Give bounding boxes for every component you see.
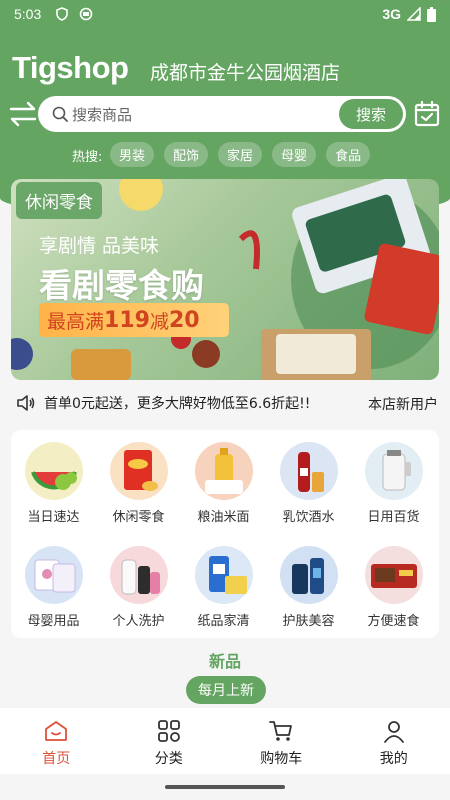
monthly-new-button[interactable]: 每月上新 — [186, 676, 266, 704]
drink-bottle-icon — [279, 442, 338, 500]
status-bar: 5:03 3G — [0, 0, 450, 28]
search-icon — [52, 106, 68, 122]
category-same-day-delivery[interactable]: 当日速达 — [11, 430, 96, 530]
shampoo-icon — [109, 546, 168, 604]
category-grain-oil[interactable]: 粮油米面 — [181, 430, 266, 530]
category-baby[interactable]: 母婴用品 — [11, 534, 96, 634]
chips-icon — [109, 442, 168, 500]
thermos-icon — [364, 442, 423, 500]
category-grid: 当日速达 休闲零食 粮油米面 乳饮酒水 日用百货 母婴用品 个人洗护 纸品家清 … — [11, 430, 439, 638]
hot-search-label: 热搜: — [72, 150, 103, 165]
calendar-check-icon[interactable] — [414, 101, 440, 127]
instant-food-icon — [364, 546, 423, 604]
promo-mid: 减 — [149, 310, 169, 333]
category-snacks[interactable]: 休闲零食 — [96, 430, 181, 530]
new-products-title: 新品 — [208, 652, 241, 671]
notice-text: 首单0元起送，更多大牌好物低至6.6折起!! — [44, 396, 311, 412]
circle-status-icon — [79, 7, 93, 21]
hot-tag[interactable]: 食品 — [326, 142, 371, 167]
store-name[interactable]: 成都市金牛公园烟酒店 — [150, 58, 340, 85]
nav-label: 分类 — [154, 751, 183, 767]
cart-icon — [269, 721, 293, 741]
banner-promo: 最高满 119 减 20 — [39, 303, 229, 337]
category-label: 护肤美容 — [282, 614, 335, 629]
promo-amount-2: 20 — [168, 307, 200, 333]
category-label: 休闲零食 — [112, 510, 165, 525]
promo-amount-1: 119 — [104, 307, 150, 333]
battery-icon — [427, 6, 436, 22]
skincare-bottle-icon — [279, 546, 338, 604]
bottom-navigation: 首页 分类 购物车 我的 — [0, 708, 450, 774]
status-time: 5:03 — [14, 6, 42, 22]
notice-bar[interactable]: 首单0元起送，更多大牌好物低至6.6折起!! 本店新用户 — [0, 380, 450, 426]
category-skincare[interactable]: 护肤美容 — [266, 534, 351, 634]
search-button[interactable]: 搜索 — [339, 99, 403, 129]
hot-tag[interactable]: 配饰 — [164, 142, 209, 167]
banner-title: 看剧零食购 — [39, 266, 204, 305]
user-icon — [383, 721, 404, 743]
hot-search-tags: 男装 配饰 家居 母婴 食品 — [110, 142, 371, 167]
category-label: 当日速达 — [27, 510, 80, 525]
category-personal-care[interactable]: 个人洗护 — [96, 534, 181, 634]
category-drinks[interactable]: 乳饮酒水 — [266, 430, 351, 530]
category-label: 母婴用品 — [27, 614, 80, 629]
search-input[interactable]: 搜索商品 搜索 — [38, 96, 406, 132]
hot-tag[interactable]: 家居 — [218, 142, 263, 167]
watermelon-icon — [24, 442, 83, 500]
category-label: 纸品家清 — [197, 614, 250, 629]
app-logo[interactable]: Tigshop — [12, 50, 129, 86]
nav-cart[interactable]: 购物车 — [225, 708, 338, 774]
network-label: 3G — [382, 6, 401, 22]
category-label: 粮油米面 — [197, 510, 250, 525]
nav-label: 购物车 — [260, 751, 303, 767]
home-icon — [45, 721, 68, 741]
promo-banner[interactable]: 休闲零食 享剧情 品美味 看剧零食购 最高满 119 减 20 — [11, 179, 439, 380]
nav-label: 首页 — [42, 751, 71, 767]
category-instant-food[interactable]: 方便速食 — [351, 534, 436, 634]
hot-tag[interactable]: 男装 — [110, 142, 155, 167]
nav-home[interactable]: 首页 — [0, 708, 113, 774]
category-label: 个人洗护 — [112, 614, 165, 629]
diaper-icon — [24, 546, 83, 604]
shield-icon — [56, 7, 69, 21]
speaker-icon — [17, 395, 35, 411]
new-user-link[interactable]: 本店新用户 — [368, 394, 438, 414]
banner-tag: 休闲零食 — [16, 182, 102, 219]
oil-bottle-icon — [194, 442, 253, 500]
nav-category[interactable]: 分类 — [113, 708, 226, 774]
category-paper-cleaning[interactable]: 纸品家清 — [181, 534, 266, 634]
category-label: 方便速食 — [367, 614, 420, 629]
category-label: 乳饮酒水 — [282, 510, 335, 525]
nav-profile[interactable]: 我的 — [338, 708, 450, 774]
swap-icon[interactable] — [8, 100, 38, 128]
gesture-handle[interactable] — [165, 785, 285, 789]
category-daily-goods[interactable]: 日用百货 — [351, 430, 436, 530]
signal-icon — [407, 7, 421, 21]
category-icon — [157, 720, 180, 742]
promo-prefix: 最高满 — [47, 310, 105, 333]
detergent-icon — [194, 546, 253, 604]
banner-subtitle: 享剧情 品美味 — [39, 235, 160, 257]
category-label: 日用百货 — [367, 510, 420, 525]
hot-tag[interactable]: 母婴 — [272, 142, 317, 167]
nav-label: 我的 — [379, 751, 408, 767]
